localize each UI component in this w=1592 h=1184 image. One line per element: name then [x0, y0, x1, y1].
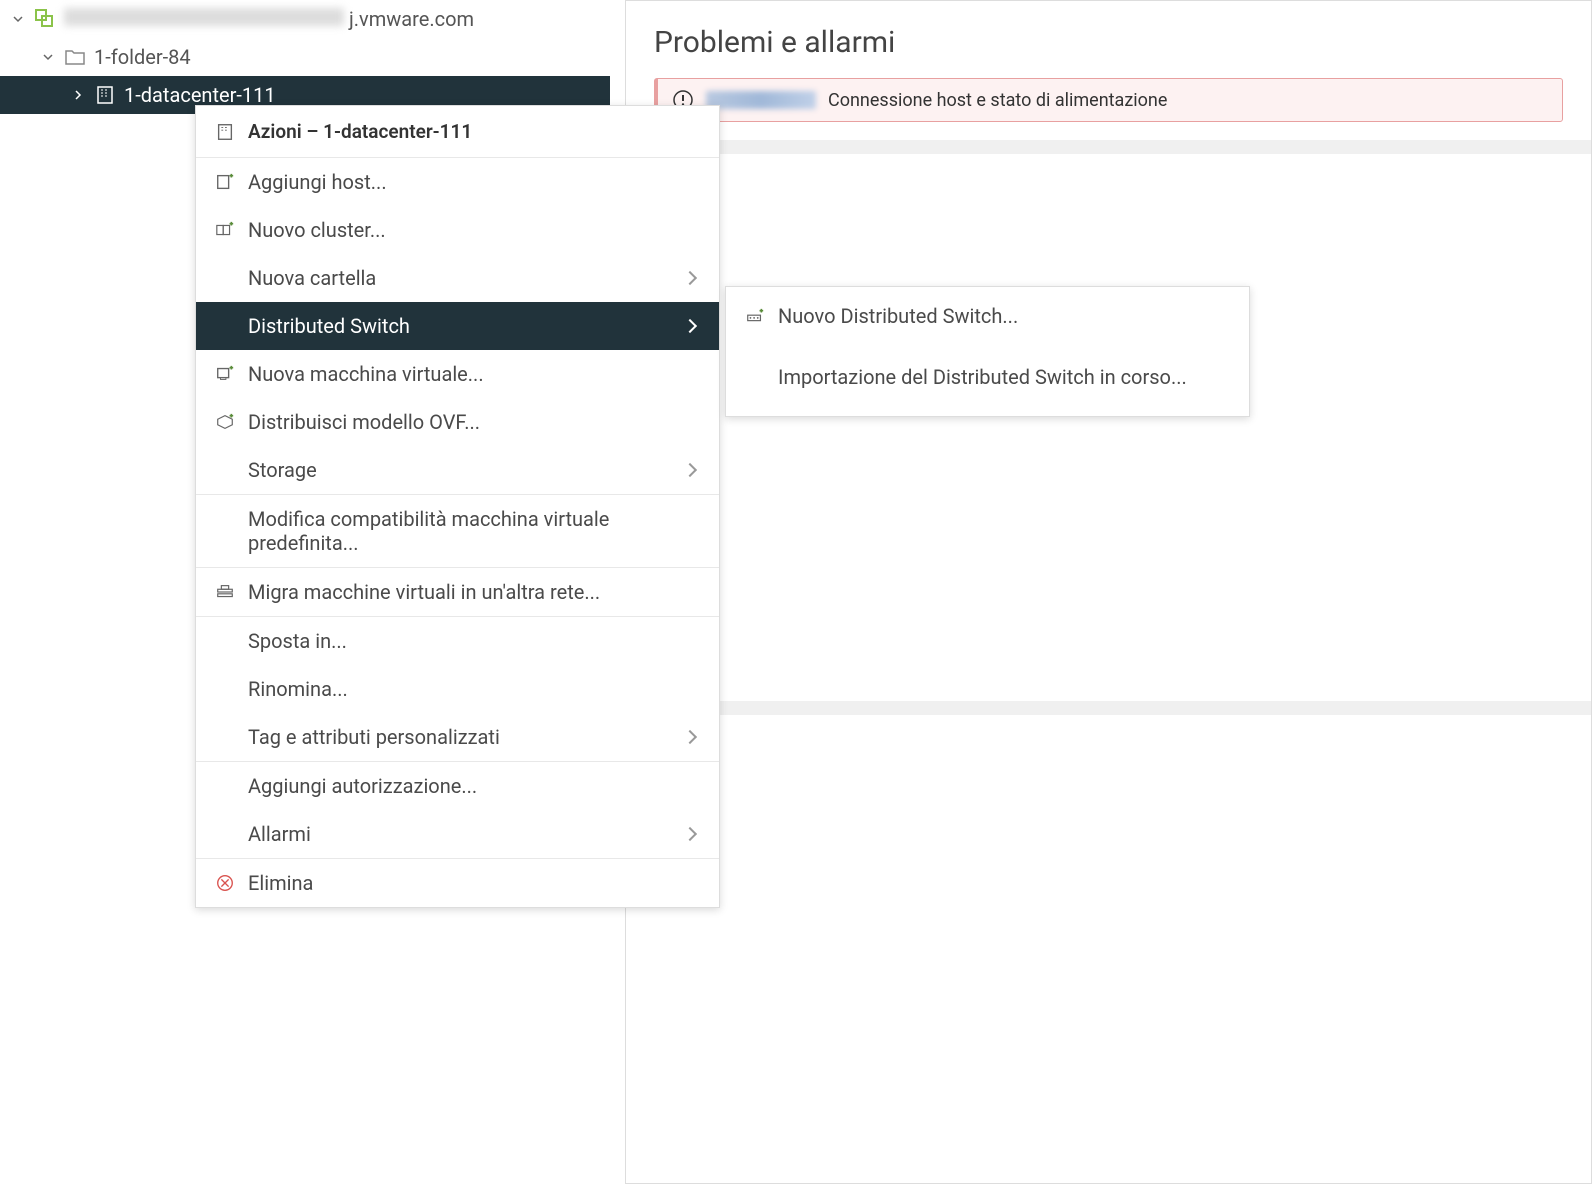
menu-item-label: Nuova cartella: [248, 266, 376, 290]
menu-item-modify-compat[interactable]: Modifica compatibilità macchina virtuale…: [196, 495, 719, 567]
menu-item-distributed-switch[interactable]: Distributed Switch: [196, 302, 719, 350]
alert-text: Connessione host e stato di alimentazion…: [828, 90, 1167, 111]
panel-title: Problemi e allarmi: [626, 1, 1591, 78]
menu-item-label: Aggiungi host...: [248, 170, 387, 194]
menu-item-deploy-ovf[interactable]: Distribuisci modello OVF...: [196, 398, 719, 446]
context-menu-actions: Azioni – 1-datacenter-111 Aggiungi host.…: [195, 105, 720, 908]
blurred-hostname: [64, 8, 344, 26]
menu-item-move-to[interactable]: Sposta in...: [196, 617, 719, 665]
vcenter-label: j.vmware.com: [64, 7, 474, 31]
menu-item-add-permission[interactable]: Aggiungi autorizzazione...: [196, 762, 719, 810]
datacenter-icon: [214, 121, 236, 143]
chevron-down-icon: [10, 11, 26, 27]
menu-item-rename[interactable]: Rinomina...: [196, 665, 719, 713]
menu-item-label: Distribuisci modello OVF...: [248, 410, 480, 434]
folder-label: 1-folder-84: [94, 45, 191, 69]
menu-item-label: Nuova macchina virtuale...: [248, 362, 484, 386]
menu-item-label: Elimina: [248, 871, 313, 895]
new-vm-icon: [214, 363, 236, 385]
menu-item-new-cluster[interactable]: Nuovo cluster...: [196, 206, 719, 254]
panel-divider: [626, 701, 1591, 715]
menu-item-delete[interactable]: Elimina: [196, 859, 719, 907]
menu-item-label: Modifica compatibilità macchina virtuale…: [248, 507, 701, 555]
folder-icon: [64, 46, 86, 68]
menu-item-label: Storage: [248, 458, 317, 482]
menu-item-new-vm[interactable]: Nuova macchina virtuale...: [196, 350, 719, 398]
menu-item-storage[interactable]: Storage: [196, 446, 719, 494]
tree-item-folder[interactable]: 1-folder-84: [0, 38, 610, 76]
tree-item-vcenter[interactable]: j.vmware.com: [0, 0, 610, 38]
datacenter-icon: [94, 84, 116, 106]
menu-item-label: Sposta in...: [248, 629, 347, 653]
deploy-ovf-icon: [214, 411, 236, 433]
vcenter-icon: [34, 8, 56, 30]
menu-item-tags-attrs[interactable]: Tag e attributi personalizzati: [196, 713, 719, 761]
issues-alarms-panel: Problemi e allarmi Connessione host e st…: [625, 0, 1592, 1184]
new-dvs-icon: [744, 306, 766, 328]
menu-item-label: Allarmi: [248, 822, 311, 846]
blurred-ip: [706, 91, 816, 109]
submenu-item-label: Importazione del Distributed Switch in c…: [778, 364, 1187, 391]
menu-item-label: Rinomina...: [248, 677, 348, 701]
submenu-item-new-dvs[interactable]: Nuovo Distributed Switch...: [726, 291, 1249, 342]
menu-item-label: Nuovo cluster...: [248, 218, 386, 242]
menu-item-add-host[interactable]: Aggiungi host...: [196, 158, 719, 206]
alert-row[interactable]: Connessione host e stato di alimentazion…: [654, 78, 1563, 122]
datacenter-label: 1-datacenter-111: [124, 83, 276, 107]
menu-item-alarms[interactable]: Allarmi: [196, 810, 719, 858]
chevron-down-icon: [40, 49, 56, 65]
menu-item-migrate-vm[interactable]: Migra macchine virtuali in un'altra rete…: [196, 568, 719, 616]
menu-item-label: Tag e attributi personalizzati: [248, 725, 500, 749]
context-menu-title: Azioni – 1-datacenter-111: [248, 120, 472, 143]
context-menu-header: Azioni – 1-datacenter-111: [196, 106, 719, 158]
migrate-icon: [214, 581, 236, 603]
add-host-icon: [214, 171, 236, 193]
menu-item-label: Migra macchine virtuali in un'altra rete…: [248, 580, 600, 604]
submenu-item-import-dvs[interactable]: Importazione del Distributed Switch in c…: [726, 342, 1249, 412]
delete-icon: [214, 872, 236, 894]
menu-item-label: Distributed Switch: [248, 314, 410, 338]
new-cluster-icon: [214, 219, 236, 241]
panel-divider: [626, 140, 1591, 154]
menu-item-new-folder[interactable]: Nuova cartella: [196, 254, 719, 302]
submenu-item-label: Nuovo Distributed Switch...: [778, 303, 1018, 330]
chevron-right-icon: [70, 87, 86, 103]
submenu-distributed-switch: Nuovo Distributed Switch... Importazione…: [725, 286, 1250, 417]
menu-item-label: Aggiungi autorizzazione...: [248, 774, 477, 798]
